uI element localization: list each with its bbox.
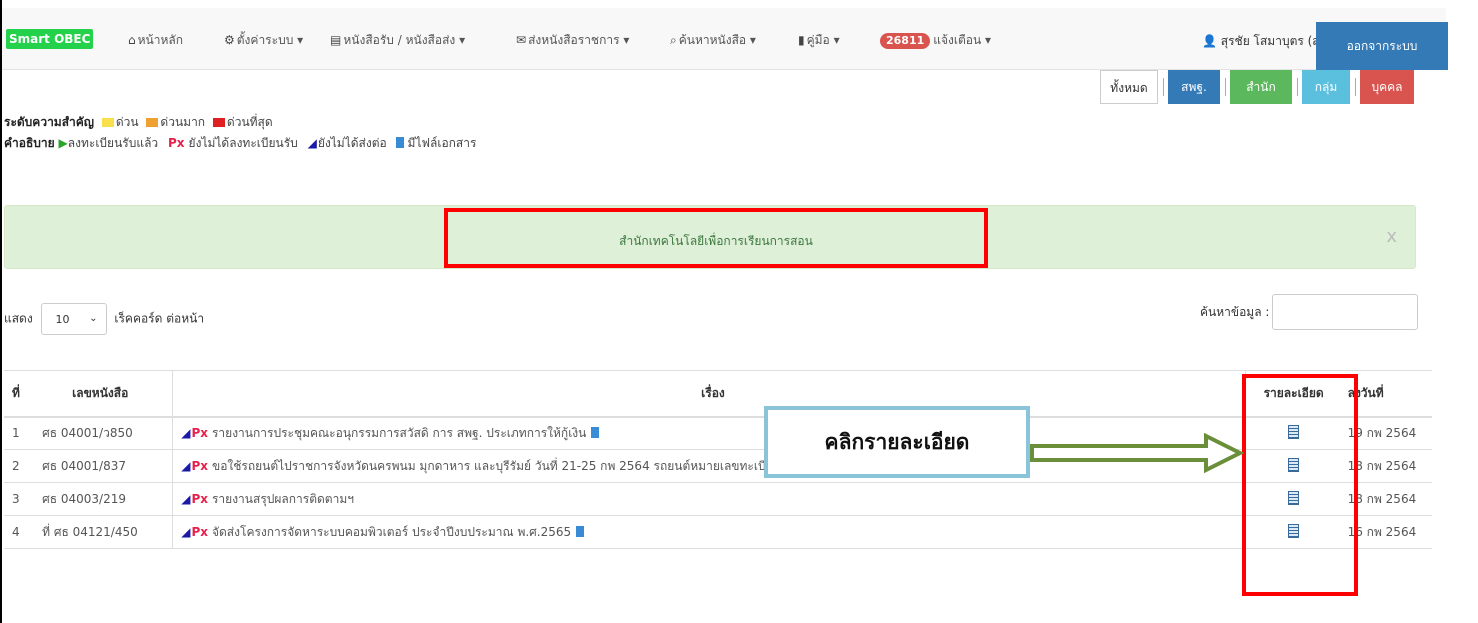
callout-arrow-icon	[1030, 433, 1244, 473]
user-icon: 👤	[1202, 34, 1217, 48]
filter-bureau-button[interactable]: สำนัก	[1230, 70, 1292, 104]
filter-group-button[interactable]: กลุ่ม	[1302, 70, 1350, 104]
doc-number: ศธ 04001/837	[34, 449, 173, 483]
brand-logo[interactable]: Smart OBEC	[6, 29, 94, 49]
file-icon[interactable]	[576, 525, 585, 537]
not-forwarded-icon: ◢	[181, 491, 191, 506]
not-registered-flag-icon: Px	[191, 524, 208, 539]
office-name-highlight: สำนักเทคโนโลยีเพื่อการเรียนการสอน	[444, 208, 988, 268]
subject-link[interactable]: รายงานสรุปผลการติดตามฯ	[212, 492, 354, 506]
status-legend: คำอธิบาย ▶ลงทะเบียนรับแล้ว Px ยังไม่ได้ลง…	[4, 136, 477, 150]
nav-manual[interactable]: ▮ คู่มือ ▾	[798, 32, 840, 48]
chevron-down-icon: ⌄	[89, 313, 98, 324]
nav-notifications[interactable]: 26811 แจ้งเตือน ▾	[880, 32, 991, 49]
row-number: 1	[4, 416, 35, 450]
nav-send[interactable]: ✉ ส่งหนังสือราชการ ▾	[516, 32, 629, 48]
row-number: 4	[4, 515, 35, 549]
notification-count: 26811	[880, 33, 931, 49]
inbox-icon: ▤	[330, 33, 342, 47]
doc-number: ศธ 04003/219	[34, 482, 173, 516]
subject-cell: ◢Px จัดส่งโครงการจัดหาระบบคอมพิวเตอร์ ประ…	[172, 515, 1246, 549]
registered-flag-icon: ▶	[58, 136, 68, 150]
filter-obec-button[interactable]: สพฐ.	[1168, 70, 1220, 104]
close-icon[interactable]: x	[1386, 226, 1397, 247]
file-icon	[395, 137, 404, 148]
table-header-row: ที่ เลขหนังสือ เรื่อง รายละเอียด ลงวันที…	[4, 370, 1432, 418]
nav-home[interactable]: ⌂ หน้าหลัก	[128, 32, 183, 48]
detail-column-highlight	[1242, 374, 1358, 596]
filter-divider	[1297, 78, 1298, 96]
row-number: 3	[4, 482, 35, 516]
page-length-select[interactable]: 10 ⌄	[40, 303, 107, 335]
not-registered-flag-icon: Px	[168, 136, 185, 150]
not-forwarded-icon: ◢	[181, 458, 191, 473]
table-row: 4 ที่ ศธ 04121/450 ◢Px จัดส่งโครงการจัดหา…	[4, 515, 1432, 549]
priority-legend: ระดับความสำคัญ ด่วน ด่วนมาก ด่วนที่สุด	[4, 115, 273, 129]
not-registered-flag-icon: Px	[191, 458, 208, 473]
header-doc-number[interactable]: เลขหนังสือ	[34, 370, 173, 418]
envelope-icon: ✉	[516, 33, 527, 47]
subject-link[interactable]: จัดส่งโครงการจัดหาระบบคอมพิวเตอร์ ประจำป…	[212, 525, 571, 539]
gear-icon: ⚙	[224, 33, 235, 47]
not-forwarded-icon: ◢	[181, 524, 191, 539]
logout-button[interactable]: ออกจากระบบ	[1316, 22, 1448, 70]
search-input[interactable]	[1272, 294, 1418, 330]
most-urgent-envelope-icon	[212, 118, 225, 127]
filter-all-button[interactable]: ทั้งหมด	[1100, 70, 1158, 104]
header-no[interactable]: ที่	[4, 370, 35, 418]
doc-number: ที่ ศธ 04121/450	[34, 515, 173, 549]
file-icon[interactable]	[591, 426, 600, 438]
top-navbar: Smart OBEC ⌂ หน้าหลัก ⚙ ตั้งค่าระบบ ▾ ▤ หนั…	[2, 8, 1448, 70]
page-length-control: แสดง 10 ⌄ เร็คคอร์ด ต่อหน้า	[4, 303, 204, 335]
row-number: 2	[4, 449, 35, 483]
click-detail-callout: คลิกรายละเอียด	[764, 406, 1030, 478]
doc-number: ศธ 04001/ว850	[34, 416, 173, 450]
not-registered-flag-icon: Px	[191, 425, 208, 440]
filter-divider	[1163, 78, 1164, 96]
book-icon: ▮	[798, 33, 805, 47]
search-label: ค้นหาข้อมูล :	[1200, 305, 1270, 319]
filter-divider	[1355, 78, 1356, 96]
not-registered-flag-icon: Px	[191, 491, 208, 506]
subject-cell: ◢Px รายงานสรุปผลการติดตามฯ	[172, 482, 1246, 516]
urgent-envelope-icon	[101, 118, 114, 127]
not-forwarded-icon: ◢	[181, 425, 191, 440]
search-icon: ⌕	[670, 33, 677, 47]
not-forwarded-icon: ◢	[307, 136, 317, 150]
filter-divider	[1225, 78, 1226, 96]
nav-settings[interactable]: ⚙ ตั้งค่าระบบ ▾	[224, 32, 303, 48]
header-subject[interactable]: เรื่อง	[172, 370, 1246, 418]
filter-person-button[interactable]: บุคคล	[1360, 70, 1414, 104]
nav-search[interactable]: ⌕ ค้นหาหนังสือ ▾	[670, 32, 756, 48]
subject-link[interactable]: รายงานการประชุมคณะอนุกรรมการสวัสดิ การ ส…	[212, 426, 586, 440]
nav-inbox[interactable]: ▤ หนังสือรับ / หนังสือส่ง ▾	[330, 32, 465, 48]
home-icon: ⌂	[128, 33, 136, 47]
very-urgent-envelope-icon	[146, 118, 159, 127]
table-row: 3 ศธ 04003/219 ◢Px รายงานสรุปผลการติดตามฯ…	[4, 482, 1432, 516]
